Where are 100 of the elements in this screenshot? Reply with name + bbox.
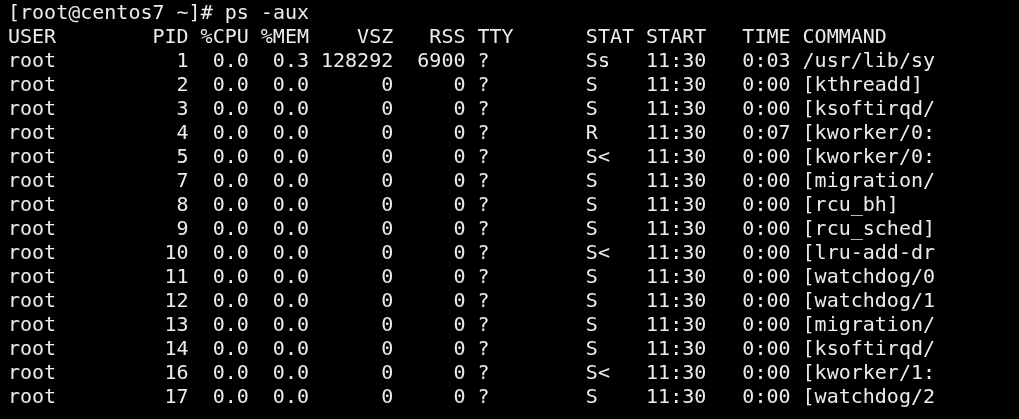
- table-cell: 0: [381, 216, 394, 240]
- table-cell: 11:30: [646, 336, 707, 360]
- table-cell: 0: [453, 120, 466, 144]
- table-cell: 0: [381, 240, 394, 264]
- table-cell: 3: [176, 96, 189, 120]
- column-header: STAT: [585, 24, 635, 48]
- table-cell: ?: [477, 312, 490, 336]
- table-cell: ?: [477, 48, 490, 72]
- table-cell: 0.0: [272, 168, 309, 192]
- table-cell: 6900: [417, 48, 466, 72]
- table-cell: 0: [453, 144, 466, 168]
- table-cell: root: [8, 360, 57, 384]
- table-cell: 0.0: [212, 48, 249, 72]
- table-cell: 11:30: [646, 72, 707, 96]
- column-header: RSS: [429, 24, 466, 48]
- table-cell: ?: [477, 144, 490, 168]
- table-cell: 5: [176, 144, 189, 168]
- table-cell: 0:03: [742, 48, 791, 72]
- table-cell: 0:00: [742, 336, 791, 360]
- table-cell: S: [585, 288, 598, 312]
- table-cell: 0: [381, 144, 394, 168]
- table-cell: 11:30: [646, 168, 707, 192]
- table-cell: S: [585, 216, 598, 240]
- column-header: VSZ: [357, 24, 394, 48]
- table-cell: S<: [585, 144, 610, 168]
- column-header: USER: [8, 24, 57, 48]
- table-cell: S<: [585, 240, 610, 264]
- table-cell: 2: [176, 72, 189, 96]
- table-cell: 11:30: [646, 264, 707, 288]
- table-cell: [kworker/1:: [802, 360, 935, 384]
- table-cell: S: [585, 336, 598, 360]
- table-cell: 0: [381, 120, 394, 144]
- table-cell: 11:30: [646, 144, 707, 168]
- table-cell: ?: [477, 72, 490, 96]
- table-cell: 0:00: [742, 96, 791, 120]
- table-cell: 0.0: [212, 192, 249, 216]
- table-cell: 0:00: [742, 144, 791, 168]
- table-cell: 0: [453, 72, 466, 96]
- table-cell: 0.3: [272, 48, 309, 72]
- table-cell: 14: [164, 336, 189, 360]
- table-cell: 11:30: [646, 288, 707, 312]
- table-cell: 0.0: [212, 360, 249, 384]
- table-cell: 0.0: [272, 240, 309, 264]
- table-cell: 0.0: [212, 240, 249, 264]
- table-cell: S: [585, 96, 598, 120]
- table-cell: 11:30: [646, 120, 707, 144]
- table-cell: 11: [164, 264, 189, 288]
- table-cell: 0:00: [742, 192, 791, 216]
- table-cell: [migration/: [802, 168, 935, 192]
- table-cell: ?: [477, 192, 490, 216]
- table-cell: 9: [176, 216, 189, 240]
- table-cell: 128292: [321, 48, 394, 72]
- table-cell: 0: [381, 264, 394, 288]
- table-cell: S: [585, 384, 598, 408]
- table-cell: ?: [477, 264, 490, 288]
- table-cell: 0:00: [742, 72, 791, 96]
- table-cell: 0: [381, 288, 394, 312]
- table-cell: ?: [477, 120, 490, 144]
- column-header: TIME: [742, 24, 791, 48]
- table-cell: 0: [453, 264, 466, 288]
- table-cell: 0.0: [212, 288, 249, 312]
- table-cell: 0.0: [212, 336, 249, 360]
- table-cell: root: [8, 288, 57, 312]
- table-cell: 13: [164, 312, 189, 336]
- table-cell: ?: [477, 360, 490, 384]
- table-cell: ?: [477, 336, 490, 360]
- table-cell: R: [585, 120, 598, 144]
- table-cell: 0.0: [212, 216, 249, 240]
- table-cell: 11:30: [646, 48, 707, 72]
- table-cell: 0.0: [272, 384, 309, 408]
- table-cell: root: [8, 384, 57, 408]
- table-cell: 0.0: [272, 144, 309, 168]
- table-cell: S: [585, 168, 598, 192]
- table-cell: 11:30: [646, 192, 707, 216]
- column-header: TTY: [477, 24, 514, 48]
- table-cell: 0:00: [742, 240, 791, 264]
- table-cell: 0: [381, 192, 394, 216]
- table-cell: 7: [176, 168, 189, 192]
- table-cell: S: [585, 264, 598, 288]
- table-cell: 0.0: [272, 336, 309, 360]
- table-cell: 0: [381, 312, 394, 336]
- column-header: START: [646, 24, 707, 48]
- column-header: %CPU: [200, 24, 249, 48]
- table-cell: 0: [453, 360, 466, 384]
- table-cell: 0.0: [212, 384, 249, 408]
- table-cell: 0: [381, 384, 394, 408]
- table-cell: 0: [381, 168, 394, 192]
- table-cell: 0.0: [212, 120, 249, 144]
- table-cell: 0: [453, 216, 466, 240]
- table-cell: 0.0: [212, 72, 249, 96]
- table-cell: ?: [477, 384, 490, 408]
- table-cell: 0: [453, 336, 466, 360]
- table-cell: root: [8, 264, 57, 288]
- table-cell: /usr/lib/sy: [802, 48, 935, 72]
- table-cell: 0.0: [212, 264, 249, 288]
- table-cell: 11:30: [646, 216, 707, 240]
- table-cell: root: [8, 48, 57, 72]
- table-cell: root: [8, 144, 57, 168]
- table-cell: 0: [381, 96, 394, 120]
- table-cell: [watchdog/1: [802, 288, 935, 312]
